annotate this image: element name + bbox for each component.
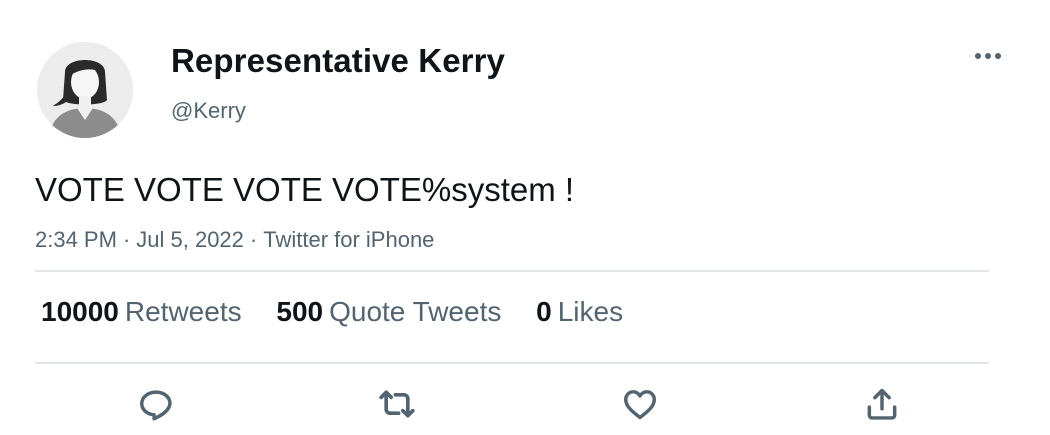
- likes-label: Likes: [557, 296, 624, 327]
- reply-icon: [140, 390, 172, 421]
- retweet-icon: [379, 390, 415, 418]
- heart-icon: [624, 390, 656, 420]
- tweet-card: Representative Kerry @Kerry VOTE VOTE VO…: [0, 0, 1050, 435]
- share-button[interactable]: [862, 384, 902, 424]
- quote-tweets-stat[interactable]: 500 Quote Tweets: [276, 296, 501, 328]
- retweets-count: 10000: [41, 296, 119, 327]
- share-icon: [867, 388, 897, 420]
- tweet-text: VOTE VOTE VOTE VOTE%system !: [35, 171, 575, 208]
- engagement-stats: 10000 Retweets 500 Quote Tweets 0 Likes: [41, 296, 650, 328]
- tweet-date[interactable]: Jul 5, 2022: [136, 227, 244, 252]
- divider: [35, 362, 989, 364]
- default-avatar-icon: [37, 42, 133, 138]
- avatar[interactable]: [37, 42, 133, 138]
- meta-separator: ·: [249, 227, 258, 252]
- display-name[interactable]: Representative Kerry: [171, 42, 505, 80]
- more-options-button[interactable]: [968, 44, 1008, 68]
- like-button[interactable]: [620, 384, 660, 424]
- tweet-meta: 2:34 PM · Jul 5, 2022 · Twitter for iPhone: [35, 227, 434, 253]
- retweet-button[interactable]: [377, 384, 417, 424]
- quote-tweets-count: 500: [276, 296, 324, 327]
- meta-separator: ·: [122, 227, 131, 252]
- reply-button[interactable]: [136, 384, 176, 424]
- likes-stat[interactable]: 0 Likes: [536, 296, 623, 328]
- quote-tweets-label: Quote Tweets: [329, 296, 502, 327]
- tweet-time[interactable]: 2:34 PM: [35, 227, 117, 252]
- more-icon: [975, 53, 1001, 59]
- retweets-stat[interactable]: 10000 Retweets: [41, 296, 242, 328]
- user-handle[interactable]: @Kerry: [171, 98, 246, 124]
- divider: [35, 270, 989, 272]
- tweet-source[interactable]: Twitter for iPhone: [263, 227, 434, 252]
- retweets-label: Retweets: [124, 296, 242, 327]
- likes-count: 0: [536, 296, 552, 327]
